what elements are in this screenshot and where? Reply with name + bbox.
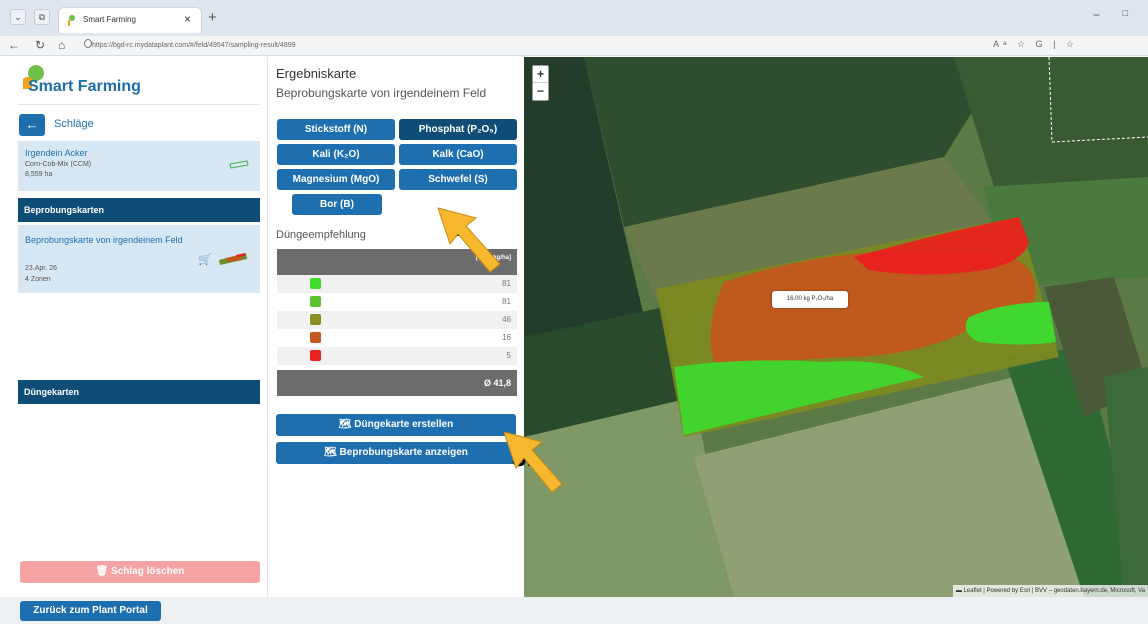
table-average: Ø 41,8	[277, 370, 517, 396]
back-label[interactable]: Schläge	[54, 118, 94, 130]
table-row: 81	[277, 275, 517, 293]
map-attribution[interactable]: ▬ Leaflet | Powered by Esri | BVV – geod…	[952, 585, 1148, 597]
cart-icon[interactable]: 🛒	[198, 253, 212, 266]
sampling-map-name: Beprobungskarte von irgendeinem Feld	[25, 235, 183, 245]
url-field[interactable]: https://bgd-rc.mydataplant.com/#/feld/49…	[78, 38, 978, 53]
field-shape-icon	[229, 160, 249, 169]
nutrient-button-lime[interactable]: Kalk (CaO)	[399, 144, 517, 165]
reload-icon[interactable]: ↻	[35, 38, 45, 52]
back-nav-icon[interactable]: ←	[8, 38, 20, 52]
field-card[interactable]: Irgendein Acker Corn-Cob-Mix (CCM) 8,559…	[18, 141, 260, 191]
tab-close-icon[interactable]: ×	[184, 12, 191, 26]
create-fertilizer-map-button[interactable]: 🗺 Düngekarte erstellen	[276, 414, 516, 436]
tab-menu-icon[interactable]: ⌄	[10, 9, 26, 25]
sampling-map-date: 23.Apr. 26	[25, 265, 57, 272]
zone-value: 5	[506, 351, 511, 360]
zone-color-swatch	[310, 314, 321, 325]
sidebar: Smart Farming ← Schläge Irgendein Acker …	[0, 57, 268, 597]
table-row: 81	[277, 293, 517, 311]
sampling-maps-header: Beprobungskarten	[18, 198, 260, 222]
zone-value: 46	[502, 315, 511, 324]
browser-action-icons[interactable]: Aᵃ ☆ G | ☆	[993, 39, 1078, 50]
map-view[interactable]: + − 16.00 kg P₂O₅/ha ▬ Leaflet | Powered…	[524, 57, 1148, 597]
zone-color-swatch	[310, 278, 321, 289]
panel-subtitle: Beprobungskarte von irgendeinem Feld	[276, 86, 487, 100]
table-row: 16	[277, 329, 517, 347]
divider	[18, 104, 260, 105]
zone-value: 81	[502, 279, 511, 288]
step-3-arrow-icon	[503, 431, 563, 493]
table-row: 5	[277, 347, 517, 365]
address-bar: ← ↻ ⌂ https://bgd-rc.mydataplant.com/#/f…	[0, 36, 1148, 56]
zone-tooltip: 16.00 kg P₂O₅/ha	[772, 291, 848, 308]
workspaces-icon[interactable]: ⧉	[34, 9, 50, 25]
nutrient-button-potassium[interactable]: Kali (K₂O)	[277, 144, 395, 165]
field-crop: Corn-Cob-Mix (CCM)	[25, 161, 92, 168]
back-button[interactable]: ←	[19, 114, 45, 136]
zoom-in-button[interactable]: +	[533, 66, 548, 83]
result-panel: Ergebniskarte Beprobungskarte von irgend…	[268, 57, 524, 597]
map-thumbnail-icon	[219, 253, 247, 265]
field-area: 8,559 ha	[25, 171, 53, 178]
step-2-arrow-icon	[437, 207, 501, 273]
zone-color-swatch	[310, 296, 321, 307]
zone-value: 16	[502, 333, 511, 342]
field-name: Irgendein Acker	[25, 148, 88, 158]
nutrient-button-magnesium[interactable]: Magnesium (MgO)	[277, 169, 395, 190]
fertilizer-maps-header: Düngekarten	[18, 380, 260, 404]
home-icon[interactable]: ⌂	[58, 38, 65, 52]
back-to-plant-portal-button[interactable]: Zurück zum Plant Portal	[20, 601, 161, 621]
table-row: 46	[277, 311, 517, 329]
new-tab-button[interactable]: +	[208, 9, 217, 26]
logo-text: Smart Farming	[28, 78, 141, 95]
zone-value: 81	[502, 297, 511, 306]
browser-tab[interactable]: Smart Farming ×	[58, 7, 202, 33]
zone-color-swatch	[310, 332, 321, 343]
recommendation-label: Düngeempfehlung	[276, 229, 366, 241]
maximize-button[interactable]: □	[1123, 8, 1128, 18]
nutrient-button-boron[interactable]: Bor (B)	[292, 194, 382, 215]
show-sampling-map-button[interactable]: 🗺 Beprobungskarte anzeigen	[276, 442, 516, 464]
sampling-map-zones: 4 Zonen	[25, 276, 51, 283]
satellite-map	[524, 57, 1148, 597]
minimize-button[interactable]: −	[1093, 8, 1100, 22]
zoom-control: + −	[532, 65, 549, 101]
nutrient-button-sulfur[interactable]: Schwefel (S)	[399, 169, 517, 190]
nutrient-button-nitrogen[interactable]: Stickstoff (N)	[277, 119, 395, 140]
smart-farming-favicon-icon	[68, 15, 75, 26]
tab-title: Smart Farming	[83, 15, 136, 24]
zoom-out-button[interactable]: −	[533, 83, 548, 100]
panel-title: Ergebniskarte	[276, 66, 357, 81]
zone-color-swatch	[310, 350, 321, 361]
nutrient-button-phosphate[interactable]: Phosphat (P₂O₅)	[399, 119, 517, 140]
delete-field-button[interactable]: 🗑 Schlag löschen	[20, 561, 260, 583]
bottom-bar: Zurück zum Plant Portal	[0, 597, 1148, 624]
sampling-map-card[interactable]: Beprobungskarte von irgendeinem Feld 23.…	[18, 225, 260, 293]
browser-tab-bar: ⌄ ⧉ Smart Farming × + − □	[0, 0, 1148, 36]
